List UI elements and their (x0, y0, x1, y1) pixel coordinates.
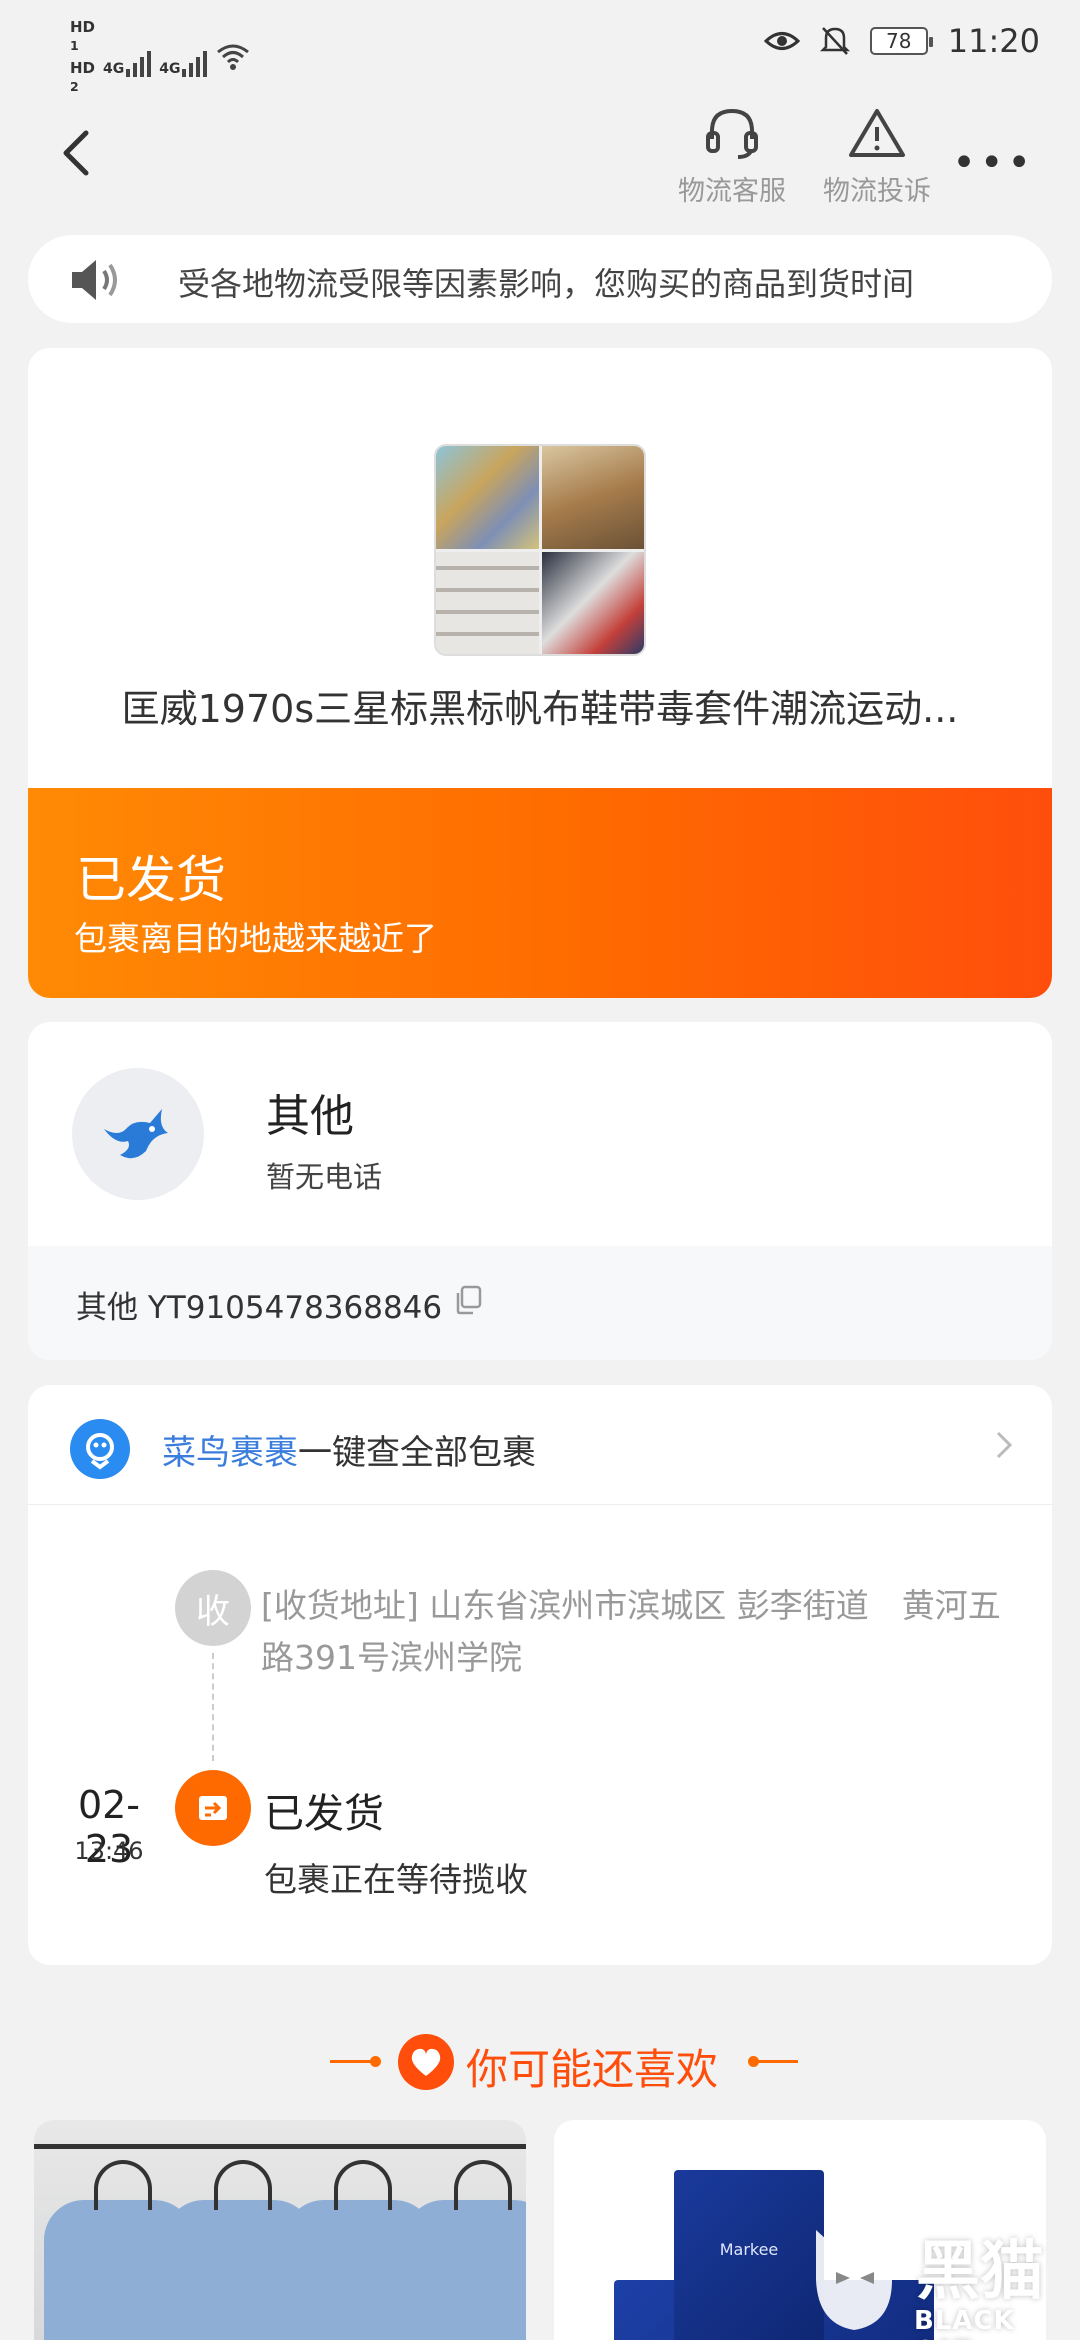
courier-name: 其他 (266, 1091, 354, 1142)
event-description: 包裹正在等待揽收 (264, 1860, 528, 1899)
logistics-complaint-label: 物流投诉 (823, 176, 931, 207)
cat-logo-icon (816, 2228, 892, 2330)
more-icon: ••• (952, 140, 1035, 186)
warning-icon (849, 109, 905, 157)
battery-level: 78 (886, 29, 912, 53)
watermark-en: BLACK CAT (914, 2306, 1015, 2340)
notice-bar[interactable]: 受各地物流受限等因素影响，您购买的商品到货时间 (28, 235, 1052, 323)
product-thumbnail[interactable] (434, 444, 646, 656)
hoodie-image (404, 2160, 526, 2340)
clock: 11:20 (947, 22, 1040, 60)
recommend-title: 你可能还喜欢 (466, 2045, 719, 2094)
more-button[interactable]: ••• (952, 140, 1035, 186)
shipping-status-title: 已发货 (76, 851, 226, 909)
headset-icon (706, 108, 758, 159)
chevron-right-icon (996, 1431, 1013, 1459)
back-arrow-icon (63, 130, 89, 176)
signal-2-icon: 4G (159, 37, 208, 77)
logistics-complaint-button[interactable]: 物流投诉 (812, 105, 942, 208)
hd2-label: HD (70, 59, 96, 77)
notice-text: 受各地物流受限等因素影响，您购买的商品到货时间 (178, 265, 915, 303)
battery-indicator: 78 (869, 27, 933, 55)
mute-bell-icon (819, 27, 850, 55)
logistics-service-label: 物流客服 (678, 176, 786, 207)
nav-header: 物流客服 物流投诉 ••• (0, 95, 1080, 215)
shipping-status-subtitle: 包裹离目的地越来越近了 (74, 919, 437, 958)
tracking-number: 其他 YT9105478368846 (76, 1290, 443, 1326)
hd-indicators: HD 1 HD 2 (70, 18, 95, 96)
eye-icon (763, 32, 800, 50)
shipment-icon (199, 1796, 227, 1820)
hd1-sub: 1 (70, 38, 79, 53)
tracking-timeline-card: 菜鸟裹裹一键查全部包裹 收 [收货地址] 山东省滨州市滨城区 彭李街道 黄河五路… (28, 1385, 1052, 1965)
product-card: 匡威1970s三星标黑标帆布鞋带毒套件潮流运动... 已发货 包裹离目的地越来越… (28, 348, 1052, 998)
cainiao-icon (86, 1433, 114, 1470)
event-time: 13:46 (74, 1837, 144, 1865)
recommend-item-hoodies[interactable] (34, 2120, 526, 2340)
courier-card: 其他 暂无电话 其他 YT9105478368846 (28, 1022, 1052, 1360)
signal-1-icon: 4G (103, 37, 152, 77)
shipping-status-banner: 已发货 包裹离目的地越来越近了 (28, 788, 1052, 998)
back-button[interactable] (48, 123, 108, 183)
sig1-label: 4G (103, 61, 125, 77)
heart-icon (398, 2034, 454, 2090)
clothes-rack (34, 2144, 526, 2149)
watermark-cn: 黑猫 (916, 2235, 1044, 2309)
cainiao-desc: 一键查全部包裹 (298, 1433, 536, 1473)
bird-icon (104, 1109, 168, 1159)
status-right: 78 11:20 (763, 22, 1040, 60)
sig2-label: 4G (159, 61, 181, 77)
hd1-label: HD (70, 18, 96, 36)
tracking-number-row: 其他 YT9105478368846 (28, 1246, 1052, 1360)
rec-dot-left (370, 2056, 381, 2067)
receive-badge-label: 收 (196, 1591, 230, 1632)
network-indicators: HD 1 HD 2 4G 4G (70, 18, 251, 96)
timeline-connector (212, 1653, 214, 1761)
hd2-sub: 2 (70, 79, 79, 94)
watermark: 黑猫 BLACK CAT (806, 2220, 1080, 2340)
shipped-event-badge (175, 1770, 251, 1846)
status-bar: HD 1 HD 2 4G 4G 78 11:20 (0, 0, 1080, 94)
box-brand-label: Markee (719, 2240, 779, 2259)
cainiao-logo (70, 1419, 130, 1479)
event-title: 已发货 (264, 1791, 384, 1837)
recommend-header: 你可能还喜欢 (0, 2030, 1080, 2094)
wifi-icon (217, 44, 250, 70)
rec-line-right (752, 2060, 798, 2063)
receive-address: [收货地址] 山东省滨州市滨城区 彭李街道 黄河五路391号滨州学院 (261, 1586, 1001, 1677)
cainiao-brand: 菜鸟裹裹 (162, 1433, 298, 1473)
courier-phone: 暂无电话 (266, 1160, 383, 1194)
speaker-icon (72, 260, 117, 300)
courier-avatar (72, 1068, 204, 1200)
cainiao-text: 菜鸟裹裹一键查全部包裹 (162, 1425, 536, 1474)
logistics-service-button[interactable]: 物流客服 (667, 105, 797, 208)
cainiao-link-row[interactable]: 菜鸟裹裹一键查全部包裹 (28, 1385, 1052, 1505)
receive-address-badge: 收 (175, 1570, 251, 1646)
product-title[interactable]: 匡威1970s三星标黑标帆布鞋带毒套件潮流运动... (28, 678, 1052, 733)
gift-box-image: Markee (674, 2170, 824, 2340)
copy-icon[interactable] (453, 1284, 483, 1316)
